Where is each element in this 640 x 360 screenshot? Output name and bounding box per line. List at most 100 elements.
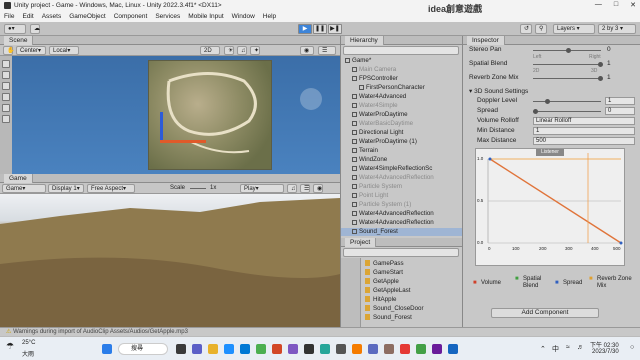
scene-orientation-gizmo[interactable] <box>300 88 322 110</box>
hierarchy-item[interactable]: Terrain <box>341 147 463 155</box>
volume-icon[interactable]: ♬ <box>577 344 584 351</box>
hierarchy-item[interactable]: Main Camera <box>341 66 463 74</box>
scale-slider[interactable] <box>190 188 206 189</box>
stereo-pan-slider[interactable] <box>533 48 601 53</box>
rect-tool-icon[interactable] <box>2 104 10 112</box>
hand-tool-icon[interactable]: ✋ <box>3 46 14 55</box>
doppler-level-slider[interactable] <box>533 99 601 104</box>
play-focused-dropdown[interactable]: Play▾ <box>240 184 284 193</box>
hierarchy-item[interactable]: Particle System <box>341 183 463 191</box>
camera-icon[interactable]: ◉ <box>300 46 314 55</box>
hierarchy-item[interactable]: Water4AdvancedReflection <box>341 210 463 218</box>
edge-icon[interactable] <box>224 344 234 354</box>
history-icon[interactable]: ↺ <box>520 24 532 34</box>
hierarchy-item[interactable]: Water4SimpleReflectionSc <box>341 165 463 173</box>
app-icon-blue[interactable] <box>448 344 458 354</box>
app-icon-violet[interactable] <box>432 344 442 354</box>
menu-assets[interactable]: Assets <box>42 13 62 20</box>
minimize-icon[interactable]: — <box>595 1 602 9</box>
gizmo-y-axis[interactable] <box>160 112 163 140</box>
pivot-dropdown[interactable]: Center▾ <box>16 46 46 55</box>
spatial-blend-knob[interactable] <box>598 62 603 67</box>
app-icon-orange[interactable] <box>352 344 362 354</box>
hierarchy-item[interactable]: Water4Advanced <box>341 93 463 101</box>
scene-viewport[interactable] <box>0 56 340 174</box>
volume-rolloff-dropdown[interactable]: Linear Rolloff <box>533 117 635 125</box>
menu-mobile-input[interactable]: Mobile Input <box>188 13 223 20</box>
min-distance-field[interactable]: 1 <box>533 127 635 135</box>
app-icon-purple[interactable] <box>288 344 298 354</box>
effects-icon[interactable]: ✦ <box>250 46 260 55</box>
maximize-icon[interactable]: □ <box>614 1 618 9</box>
weather-icon[interactable]: ☂ <box>6 341 14 352</box>
mute-icon[interactable]: ♫ <box>287 184 297 193</box>
sound-settings-foldout[interactable]: ▾ 3D Sound Settings <box>469 88 528 96</box>
step-button[interactable]: ▶❚ <box>328 24 342 34</box>
spatial-blend-slider[interactable] <box>533 62 603 67</box>
pause-button[interactable]: ❚❚ <box>313 24 327 34</box>
view-tool-icon[interactable] <box>2 60 10 68</box>
start-icon[interactable] <box>102 344 112 354</box>
store-icon[interactable] <box>240 344 250 354</box>
game-mode-dropdown[interactable]: Game▾ <box>2 184 46 193</box>
project-asset-item[interactable]: GetAppleLast <box>365 287 411 295</box>
language-indicator[interactable]: 中 <box>552 344 559 354</box>
hierarchy-item[interactable]: Water4AdvancedReflection <box>341 174 463 182</box>
transform-tool-icon[interactable] <box>2 115 10 123</box>
menu-services[interactable]: Services <box>155 13 180 20</box>
menu-window[interactable]: Window <box>232 13 255 20</box>
clock-time[interactable]: 下午 02:30 <box>590 340 619 349</box>
aspect-dropdown[interactable]: Free Aspect▾ <box>87 184 135 193</box>
rolloff-graph[interactable]: Listener 1.0 0.5 0.0 0 100 200 300 400 5… <box>475 148 625 266</box>
hierarchy-item[interactable]: Sound_Forest <box>341 228 463 236</box>
tab-scene[interactable]: Scene <box>4 36 34 45</box>
lighting-icon[interactable]: ☀ <box>224 46 234 55</box>
hierarchy-item[interactable]: Point Light <box>341 192 463 200</box>
chat-icon[interactable] <box>192 344 202 354</box>
stats-icon[interactable]: ☰ <box>300 184 310 193</box>
gizmo-x-axis[interactable] <box>160 140 206 143</box>
app-icon-red[interactable] <box>400 344 410 354</box>
taskbar-search[interactable]: 搜尋 <box>118 343 168 355</box>
chrome-icon[interactable] <box>256 344 266 354</box>
spread-knob[interactable] <box>533 109 538 114</box>
hierarchy-item[interactable]: Water4Simple <box>341 102 463 110</box>
reverb-zone-mix-slider[interactable] <box>533 76 603 81</box>
play-button[interactable]: ▶ <box>298 24 312 34</box>
hierarchy-item[interactable]: FPSController <box>341 75 463 83</box>
layers-dropdown[interactable]: Layers ▾ <box>553 24 595 34</box>
clock-date[interactable]: 2023/7/30 <box>592 349 619 355</box>
spread-slider[interactable] <box>533 109 601 114</box>
cloud-icon[interactable]: ☁ <box>30 24 40 34</box>
project-asset-item[interactable]: GamePass <box>365 260 404 268</box>
hierarchy-item[interactable]: Particle System (1) <box>341 201 463 209</box>
stereo-pan-knob[interactable] <box>566 48 571 53</box>
menu-gameobject[interactable]: GameObject <box>69 13 106 20</box>
add-component-button[interactable]: Add Component <box>491 308 599 318</box>
unity-hub-icon[interactable] <box>304 344 314 354</box>
max-distance-field[interactable]: 500 <box>533 137 635 145</box>
project-search-input[interactable] <box>343 248 459 257</box>
hierarchy-item[interactable]: Water4AdvancedReflection <box>341 219 463 227</box>
hierarchy-item[interactable]: WaterProDaytime (1) <box>341 138 463 146</box>
menu-edit[interactable]: Edit <box>22 13 33 20</box>
2d-toggle[interactable]: 2D <box>200 46 220 55</box>
taskview-icon[interactable] <box>176 344 186 354</box>
status-message[interactable]: Warnings during import of AudioClip Asse… <box>13 329 188 335</box>
office-icon[interactable] <box>272 344 282 354</box>
account-button[interactable]: ●▾ <box>4 24 26 34</box>
menu-help[interactable]: Help <box>263 13 276 20</box>
display-dropdown[interactable]: Display 1▾ <box>48 184 84 193</box>
menu-component[interactable]: Component <box>114 13 148 20</box>
file-explorer-icon[interactable] <box>208 344 218 354</box>
hierarchy-item[interactable]: Directional Light <box>341 129 463 137</box>
notification-icon[interactable]: ○ <box>630 344 634 351</box>
tray-chevron-icon[interactable]: ⌃ <box>540 345 546 353</box>
reverb-zone-mix-knob[interactable] <box>598 76 603 81</box>
layout-dropdown[interactable]: 2 by 3 ▾ <box>598 24 636 34</box>
hierarchy-item[interactable]: FirstPersonCharacter <box>341 84 463 92</box>
close-icon[interactable]: ✕ <box>630 1 636 9</box>
gizmos-game-icon[interactable]: ◉ <box>313 184 323 193</box>
project-asset-item[interactable]: Sound_Forest <box>365 314 412 322</box>
app-icon-brown[interactable] <box>384 344 394 354</box>
